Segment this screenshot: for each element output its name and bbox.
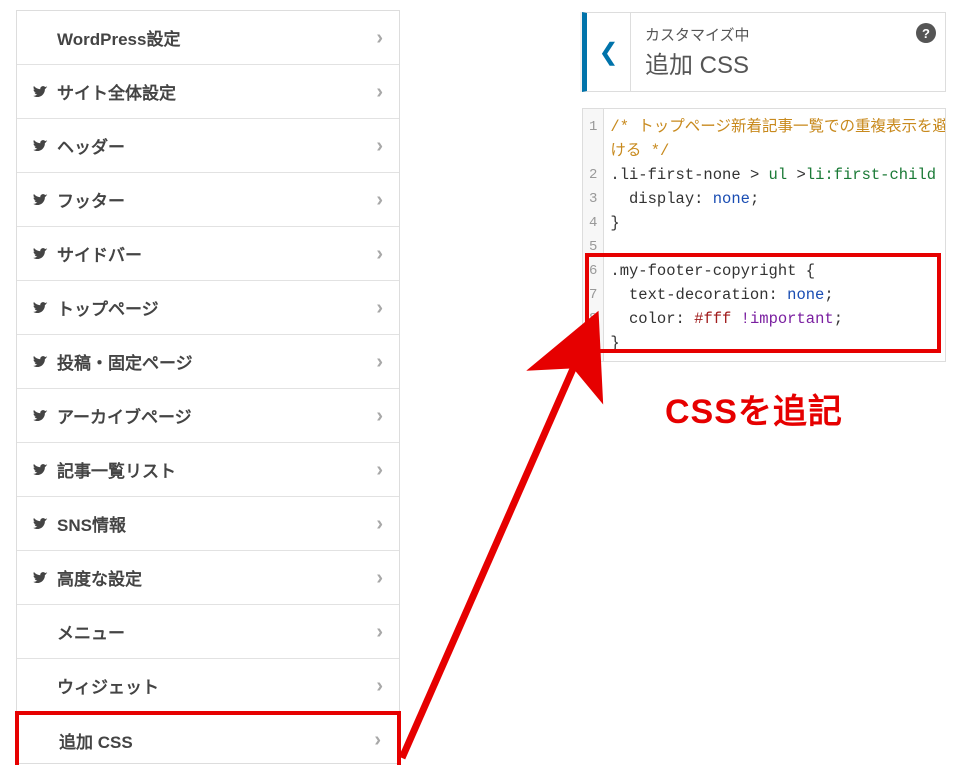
customizer-menu: WordPress設定›サイト全体設定›ヘッダー›フッター›サイドバー›トップペ… xyxy=(16,10,400,764)
chevron-right-icon: › xyxy=(376,28,383,48)
menu-item-label: サイト全体設定 xyxy=(57,79,376,104)
theme-icon xyxy=(31,137,57,155)
menu-item-label: フッター xyxy=(57,187,376,212)
line-number: 2 xyxy=(589,163,597,187)
menu-item[interactable]: 記事一覧リスト› xyxy=(17,443,399,497)
help-icon[interactable]: ? xyxy=(916,23,936,43)
customizer-section-header: ❮ カスタマイズ中 追加 CSS ? xyxy=(582,12,946,92)
menu-item-label: 投稿・固定ページ xyxy=(57,349,376,374)
menu-item-label: 追加 CSS xyxy=(59,728,374,753)
menu-item-label: 記事一覧リスト xyxy=(57,457,376,482)
theme-icon xyxy=(31,461,57,479)
theme-icon xyxy=(31,515,57,533)
menu-item-label: ヘッダー xyxy=(57,133,376,158)
chevron-right-icon: › xyxy=(376,136,383,156)
css-editor[interactable]: 1 23456789 /* トップページ新着記事一覧での重複表示を避ける */.l… xyxy=(582,108,946,362)
menu-item[interactable]: サイドバー› xyxy=(17,227,399,281)
code-line[interactable]: ける */ xyxy=(610,139,939,163)
chevron-right-icon: › xyxy=(374,730,381,750)
menu-item-label: トップページ xyxy=(57,295,376,320)
section-sup-title: カスタマイズ中 xyxy=(645,24,907,45)
chevron-right-icon: › xyxy=(376,352,383,372)
code-line[interactable]: } xyxy=(610,331,939,355)
help-area: ? xyxy=(907,13,945,91)
theme-icon xyxy=(31,299,57,317)
chevron-right-icon: › xyxy=(376,622,383,642)
code-line[interactable]: .my-footer-copyright { xyxy=(610,259,939,283)
menu-item[interactable]: 追加 CSS› xyxy=(15,711,401,765)
code-line[interactable]: /* トップページ新着記事一覧での重複表示を避 xyxy=(610,115,939,139)
menu-item-label: メニュー xyxy=(57,619,376,644)
menu-item-label: 高度な設定 xyxy=(57,565,376,590)
menu-item[interactable]: フッター› xyxy=(17,173,399,227)
chevron-right-icon: › xyxy=(376,190,383,210)
section-titles: カスタマイズ中 追加 CSS xyxy=(631,13,907,91)
menu-item-label: サイドバー xyxy=(57,241,376,266)
menu-item[interactable]: 投稿・固定ページ› xyxy=(17,335,399,389)
back-button[interactable]: ❮ xyxy=(587,13,631,91)
chevron-right-icon: › xyxy=(376,406,383,426)
code-line[interactable]: display: none; xyxy=(610,187,939,211)
chevron-right-icon: › xyxy=(376,460,383,480)
menu-item-label: ウィジェット xyxy=(57,673,376,698)
menu-item[interactable]: アーカイブページ› xyxy=(17,389,399,443)
editor-code-area[interactable]: /* トップページ新着記事一覧での重複表示を避ける */.li-first-no… xyxy=(604,109,945,361)
line-number: 1 xyxy=(589,115,597,139)
menu-item[interactable]: サイト全体設定› xyxy=(17,65,399,119)
line-number xyxy=(589,139,597,163)
menu-item[interactable]: トップページ› xyxy=(17,281,399,335)
menu-item[interactable]: メニュー› xyxy=(17,605,399,659)
menu-item[interactable]: SNS情報› xyxy=(17,497,399,551)
chevron-right-icon: › xyxy=(376,244,383,264)
line-number: 5 xyxy=(589,235,597,259)
line-number: 8 xyxy=(589,307,597,331)
line-number: 7 xyxy=(589,283,597,307)
line-number: 6 xyxy=(589,259,597,283)
theme-icon xyxy=(31,569,57,587)
theme-icon xyxy=(31,191,57,209)
theme-icon xyxy=(31,83,57,101)
chevron-right-icon: › xyxy=(376,676,383,696)
chevron-right-icon: › xyxy=(376,514,383,534)
code-line[interactable] xyxy=(610,235,939,259)
code-line[interactable]: .li-first-none > ul >li:first-child { xyxy=(610,163,939,187)
chevron-right-icon: › xyxy=(376,568,383,588)
line-number: 4 xyxy=(589,211,597,235)
section-main-title: 追加 CSS xyxy=(645,45,907,80)
annotation-arrow xyxy=(398,340,608,770)
code-line[interactable]: } xyxy=(610,211,939,235)
menu-item[interactable]: ウィジェット› xyxy=(17,659,399,713)
code-line[interactable]: text-decoration: none; xyxy=(610,283,939,307)
menu-item[interactable]: ヘッダー› xyxy=(17,119,399,173)
theme-icon xyxy=(31,407,57,425)
line-number: 9 xyxy=(589,331,597,355)
editor-gutter: 1 23456789 xyxy=(583,109,604,361)
chevron-left-icon: ❮ xyxy=(598,38,618,67)
menu-item-label: SNS情報 xyxy=(57,511,376,536)
menu-item-label: アーカイブページ xyxy=(57,403,376,428)
menu-item[interactable]: 高度な設定› xyxy=(17,551,399,605)
line-number: 3 xyxy=(589,187,597,211)
theme-icon xyxy=(31,245,57,263)
code-line[interactable]: color: #fff !important; xyxy=(610,307,939,331)
annotation-label: CSSを追記 xyxy=(665,384,843,433)
menu-item-label: WordPress設定 xyxy=(57,25,376,50)
theme-icon xyxy=(31,353,57,371)
chevron-right-icon: › xyxy=(376,82,383,102)
menu-item[interactable]: WordPress設定› xyxy=(17,11,399,65)
chevron-right-icon: › xyxy=(376,298,383,318)
